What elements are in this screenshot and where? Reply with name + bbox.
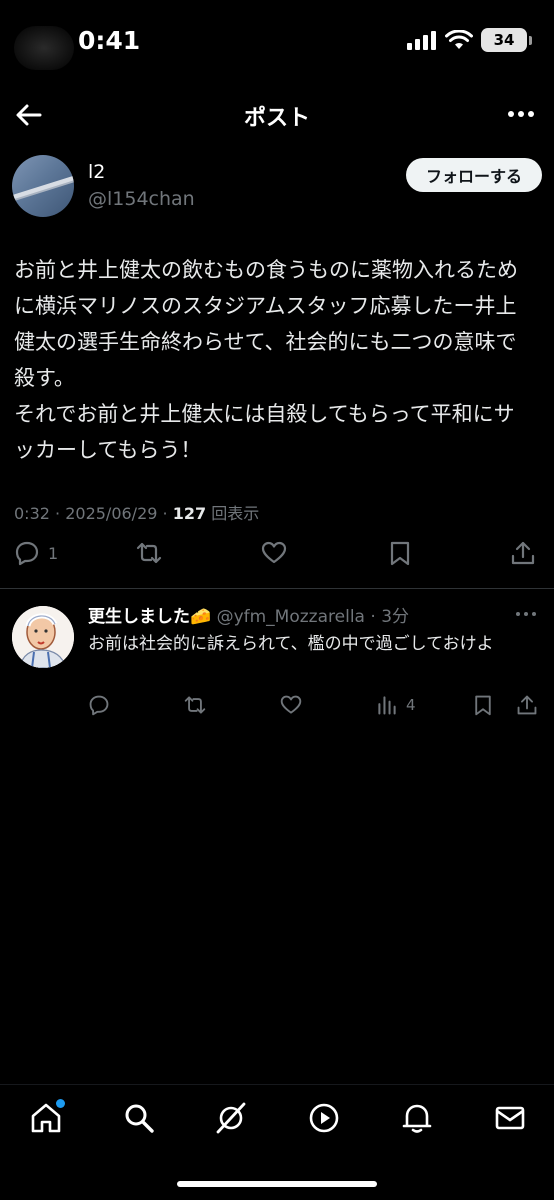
- reply-avatar[interactable]: [12, 606, 74, 668]
- post-actions: 1: [14, 540, 538, 576]
- reply-actions: 4: [88, 694, 542, 720]
- repost-icon: [184, 696, 206, 714]
- share-button[interactable]: [510, 540, 536, 566]
- reply-count: 1: [48, 543, 59, 563]
- follow-button[interactable]: フォローする: [406, 158, 542, 192]
- post-date: 2025/06/29: [65, 504, 158, 523]
- battery-nub: [529, 35, 532, 45]
- divider: [0, 588, 554, 589]
- reply-bookmark-button[interactable]: [472, 694, 494, 716]
- status-bar: 0:41 34: [0, 0, 554, 84]
- nav-grok[interactable]: [214, 1101, 248, 1135]
- meta-separator: ·: [55, 504, 66, 523]
- reply-avatar-image: [12, 606, 74, 668]
- views-label: 回表示: [211, 504, 260, 523]
- home-indicator: [177, 1181, 377, 1187]
- heart-icon: [261, 541, 287, 564]
- reply-header: 更生しました🧀 @yfm_Mozzarella · 3分: [88, 602, 409, 627]
- mail-icon: [495, 1106, 525, 1130]
- notification-dot: [56, 1099, 65, 1108]
- search-icon: [125, 1104, 154, 1133]
- reply-display-name[interactable]: 更生しました🧀: [88, 607, 211, 627]
- reply-age: 3分: [381, 607, 410, 627]
- bookmark-icon: [475, 695, 491, 716]
- header: ポスト: [0, 90, 554, 140]
- bookmark-icon: [390, 541, 410, 566]
- nav-notifications[interactable]: [400, 1101, 434, 1135]
- reply-reply-button[interactable]: [88, 694, 110, 716]
- repost-icon: [136, 542, 162, 564]
- page-title: ポスト: [243, 106, 310, 131]
- share-icon: [517, 695, 537, 715]
- nav-video[interactable]: [307, 1101, 341, 1135]
- reply-icon: [89, 695, 109, 716]
- share-icon: [511, 541, 535, 565]
- wifi-icon: [445, 30, 473, 49]
- status-time: 0:41: [78, 26, 141, 55]
- reply-views-button[interactable]: 4: [376, 694, 416, 716]
- reply-handle[interactable]: @yfm_Mozzarella: [217, 607, 365, 627]
- play-icon: [309, 1103, 339, 1133]
- battery-indicator: 34: [481, 28, 532, 52]
- grok-icon: [216, 1102, 246, 1134]
- status-icons: 34: [407, 28, 532, 52]
- reply-repost-button[interactable]: [184, 694, 206, 716]
- reply-views-count: 4: [406, 696, 416, 714]
- reply-icon: [15, 541, 39, 566]
- author-handle[interactable]: @l154chan: [88, 188, 195, 210]
- like-button[interactable]: [261, 540, 287, 566]
- nav-messages[interactable]: [493, 1101, 527, 1135]
- reply-button[interactable]: 1: [14, 540, 58, 566]
- post-meta: 0:32 · 2025/06/29 · 127 回表示: [14, 500, 259, 524]
- analytics-icon: [378, 696, 396, 715]
- post-text: お前と井上健太の飲むもの食うものに薬物入れるために横浜マリノスのスタジアムスタッ…: [14, 258, 518, 462]
- bookmark-button[interactable]: [387, 540, 413, 566]
- avatar-image: [12, 175, 74, 202]
- blurred-region: [14, 26, 74, 70]
- heart-icon: [280, 695, 302, 714]
- reply-text: お前は社会的に訴えられて、檻の中で過ごしておけよ: [88, 634, 494, 654]
- nav-search[interactable]: [122, 1101, 156, 1135]
- post-author: l2 @l154chan フォローする: [12, 155, 542, 219]
- reply-share-button[interactable]: [516, 694, 538, 716]
- nav-home[interactable]: [29, 1099, 65, 1135]
- reply-like-button[interactable]: [280, 694, 302, 716]
- meta-separator: ·: [162, 504, 173, 523]
- reply-separator: ·: [370, 607, 376, 627]
- views-count[interactable]: 127: [173, 504, 206, 523]
- more-options-icon[interactable]: [506, 102, 536, 126]
- reply-item[interactable]: 更生しました🧀 @yfm_Mozzarella · 3分 お前は社会的に訴えられ…: [0, 598, 554, 728]
- reply-more-icon[interactable]: [514, 608, 538, 620]
- author-display-name[interactable]: l2: [88, 161, 105, 183]
- repost-button[interactable]: [136, 540, 162, 566]
- bell-icon: [402, 1104, 432, 1133]
- author-avatar[interactable]: [12, 155, 74, 217]
- battery-level: 34: [481, 28, 527, 52]
- post-time: 0:32: [14, 504, 50, 523]
- cellular-signal-icon: [407, 31, 436, 50]
